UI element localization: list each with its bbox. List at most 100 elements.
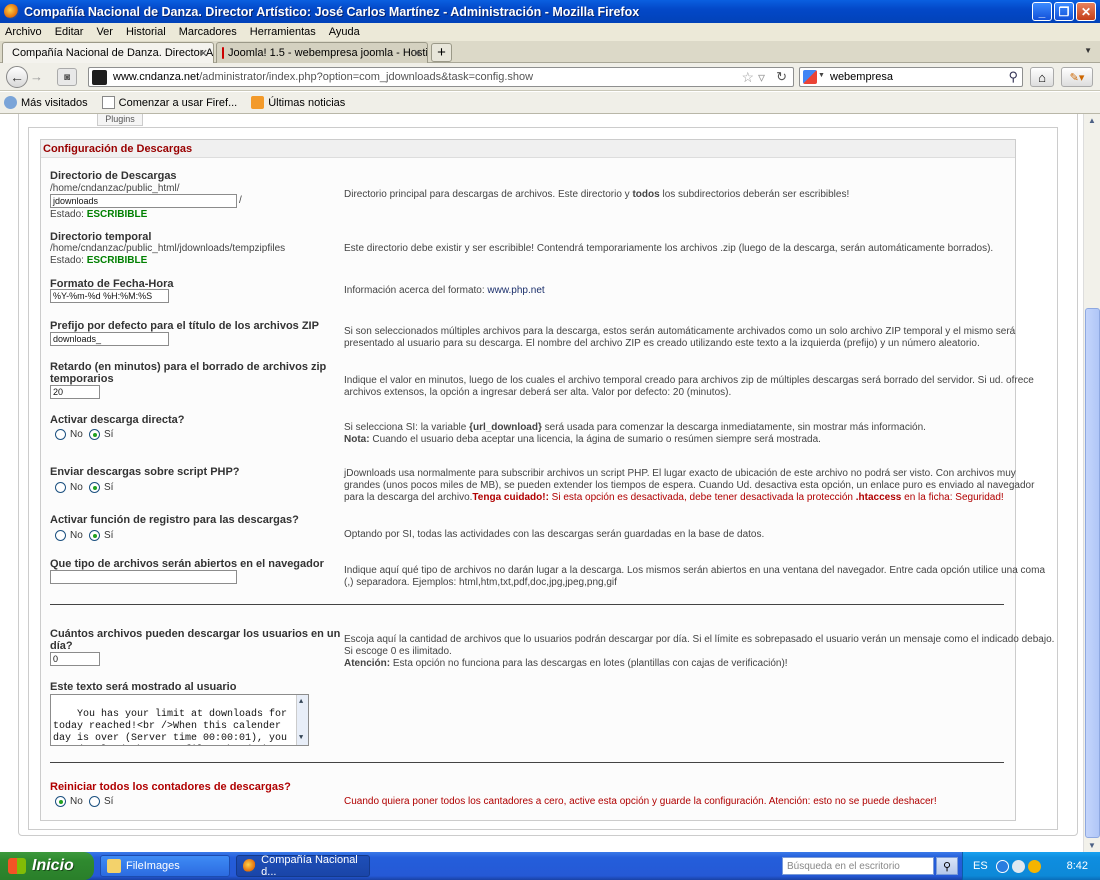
addon-button[interactable]: ✎▾ bbox=[1061, 67, 1093, 87]
menu-historial[interactable]: Historial bbox=[126, 26, 166, 38]
security-icon[interactable] bbox=[1027, 859, 1041, 873]
date-format-desc: Información acerca del formato: www.php.… bbox=[344, 285, 545, 296]
task-fileimages[interactable]: FileImages bbox=[100, 855, 230, 877]
menu-archivo[interactable]: Archivo bbox=[5, 26, 42, 38]
scroll-up-icon[interactable]: ▲ bbox=[1088, 116, 1096, 125]
bookmark-ultimas-noticias[interactable]: Últimas noticias bbox=[251, 96, 345, 109]
minimize-button[interactable]: _ bbox=[1032, 2, 1052, 21]
chevron-left-icon[interactable] bbox=[995, 859, 1009, 873]
tab-cndanza[interactable]: Compañía Nacional de Danza. Director Ar.… bbox=[2, 42, 214, 63]
window-title-bar[interactable]: Compañía Nacional de Danza. Director Art… bbox=[0, 0, 1100, 23]
reset-counters-no-radio[interactable]: No bbox=[55, 796, 83, 807]
forward-button[interactable]: → bbox=[30, 69, 43, 84]
temp-dir-label: Directorio temporal bbox=[50, 231, 152, 243]
start-button[interactable]: Inicio bbox=[0, 852, 94, 880]
limit-text-value: You has your limit at downloads for toda… bbox=[53, 709, 288, 744]
folder-icon bbox=[107, 859, 121, 873]
tab-close-icon[interactable]: ✕ bbox=[413, 47, 422, 60]
new-tab-button[interactable]: + bbox=[431, 43, 452, 62]
browser-types-desc-2: (,) separadora. Ejemplos: html,htm,txt,p… bbox=[344, 577, 617, 588]
menu-ayuda[interactable]: Ayuda bbox=[329, 26, 360, 38]
temp-dir-desc: Este directorio debe existir y ser escri… bbox=[344, 243, 994, 254]
search-value: webempresa bbox=[830, 71, 893, 83]
url-path: /administrator/index.php?option=com_jdow… bbox=[199, 71, 534, 83]
download-dir-path: /home/cndanzac/public_html/ bbox=[50, 183, 180, 194]
zip-delay-label-2: temporarios bbox=[50, 373, 114, 385]
site-icon bbox=[92, 70, 107, 85]
direct-download-label: Activar descarga directa? bbox=[50, 414, 185, 426]
php-script-label: Enviar descargas sobre script PHP? bbox=[50, 466, 240, 478]
page-content: Plugins Configuración de Descargas Direc… bbox=[0, 114, 1100, 852]
direct-download-no-radio[interactable]: No bbox=[55, 429, 83, 440]
tab-strip: Compañía Nacional de Danza. Director Ar.… bbox=[0, 41, 1100, 63]
scroll-up-icon[interactable]: ▲ bbox=[299, 696, 303, 708]
zip-prefix-label: Prefijo por defecto para el título de lo… bbox=[50, 320, 319, 332]
page-scrollbar[interactable]: ▲ ▼ bbox=[1083, 114, 1100, 852]
php-net-link[interactable]: www.php.net bbox=[487, 285, 544, 296]
logging-desc: Optando por SI, todas las actividades co… bbox=[344, 529, 765, 540]
logging-label: Activar función de registro para las des… bbox=[50, 514, 299, 526]
desktop-search-button[interactable]: ⚲ bbox=[936, 857, 958, 875]
network-icon[interactable] bbox=[1011, 859, 1025, 873]
logging-yes-radio[interactable]: Sí bbox=[89, 530, 113, 541]
task-firefox[interactable]: Compañía Nacional d... bbox=[236, 854, 370, 878]
php-script-yes-radio[interactable]: Sí bbox=[89, 482, 113, 493]
date-format-input[interactable]: %Y-%m-%d %H:%M:%S bbox=[50, 289, 169, 303]
divider bbox=[50, 762, 1004, 763]
search-engine-icon[interactable] bbox=[803, 70, 817, 84]
bookmark-mas-visitados[interactable]: Más visitados bbox=[4, 96, 88, 109]
download-dir-input[interactable]: jdownloads bbox=[50, 194, 237, 208]
system-tray: ES 8:42 bbox=[962, 852, 1100, 880]
menu-editar[interactable]: Editar bbox=[55, 26, 84, 38]
browser-types-desc-1: Indique aquí qué tipo de archivos no dar… bbox=[344, 565, 1046, 576]
back-button[interactable]: ← bbox=[6, 66, 28, 88]
reset-counters-label: Reiniciar todos los contadores de descar… bbox=[50, 781, 291, 793]
scrollbar-thumb[interactable] bbox=[1085, 308, 1100, 838]
menu-herramientas[interactable]: Herramientas bbox=[250, 26, 316, 38]
url-domain: www.cndanza.net bbox=[113, 71, 200, 83]
menu-ver[interactable]: Ver bbox=[96, 26, 113, 38]
window-title: Compañía Nacional de Danza. Director Art… bbox=[24, 4, 640, 19]
tab-list-icon[interactable]: ▼ bbox=[1084, 46, 1092, 55]
desktop-search-input[interactable]: Búsqueda en el escritorio bbox=[782, 857, 934, 875]
textarea-scrollbar[interactable]: ▲ ▼ bbox=[296, 695, 308, 745]
daily-limit-desc-3: Atención: Esta opción no funciona para l… bbox=[344, 658, 788, 669]
browser-types-input[interactable] bbox=[50, 570, 237, 584]
logging-no-radio[interactable]: No bbox=[55, 530, 83, 541]
identity-icon[interactable]: ◙ bbox=[57, 68, 77, 86]
zip-prefix-input[interactable]: downloads_ bbox=[50, 332, 169, 346]
daily-limit-input[interactable]: 0 bbox=[50, 652, 100, 666]
search-icon[interactable]: ⚲ bbox=[1008, 69, 1018, 85]
zip-delay-desc-2: archivos extensos, la opción a ingresar … bbox=[344, 387, 732, 398]
close-button[interactable]: ✕ bbox=[1076, 2, 1096, 21]
reset-counters-yes-radio[interactable]: Sí bbox=[89, 796, 113, 807]
browser-types-label: Que tipo de archivos serán abiertos en e… bbox=[50, 558, 324, 570]
bookmark-comenzar[interactable]: Comenzar a usar Firef... bbox=[101, 96, 237, 109]
direct-download-desc-1: Si selecciona SI: la variable {url_downl… bbox=[344, 422, 926, 433]
section-title: Configuración de Descargas bbox=[41, 140, 1015, 158]
navigation-bar: ← → ◙ www.cndanza.net/administrator/inde… bbox=[0, 63, 1100, 91]
scroll-down-icon[interactable]: ▼ bbox=[299, 732, 303, 744]
home-button[interactable]: ⌂ bbox=[1030, 67, 1054, 87]
reset-counters-desc: Cuando quiera poner todos los cantadores… bbox=[344, 796, 937, 807]
tab-close-icon[interactable]: ✕ bbox=[199, 47, 208, 60]
firefox-icon bbox=[4, 4, 19, 19]
menu-marcadores[interactable]: Marcadores bbox=[179, 26, 237, 38]
direct-download-yes-radio[interactable]: Sí bbox=[89, 429, 113, 440]
reload-icon[interactable]: ↻ bbox=[776, 69, 787, 85]
zip-delay-input[interactable]: 20 bbox=[50, 385, 100, 399]
rss-icon bbox=[251, 96, 265, 109]
maximize-button[interactable]: ❐ bbox=[1054, 2, 1074, 21]
search-bar[interactable]: ▼ webempresa ⚲ bbox=[799, 67, 1023, 87]
tab-plugins[interactable]: Plugins bbox=[97, 114, 143, 126]
bookmark-star-icon[interactable]: ☆ ▿ bbox=[742, 69, 765, 86]
limit-text-textarea[interactable]: You has your limit at downloads for toda… bbox=[50, 694, 309, 746]
php-script-no-radio[interactable]: No bbox=[55, 482, 83, 493]
daily-limit-desc-2: Si escoge 0 es ilimitado. bbox=[344, 646, 452, 657]
php-script-desc-1: jDownloads usa normalmente para subscrib… bbox=[344, 468, 1016, 479]
url-bar[interactable]: www.cndanza.net/administrator/index.php?… bbox=[88, 67, 794, 87]
tab-joomla[interactable]: Joomla! 1.5 - webempresa joomla - Hosti.… bbox=[216, 42, 428, 63]
chevron-down-icon[interactable]: ▼ bbox=[818, 72, 825, 79]
scroll-down-icon[interactable]: ▼ bbox=[1088, 841, 1096, 850]
language-indicator[interactable]: ES bbox=[973, 860, 988, 872]
